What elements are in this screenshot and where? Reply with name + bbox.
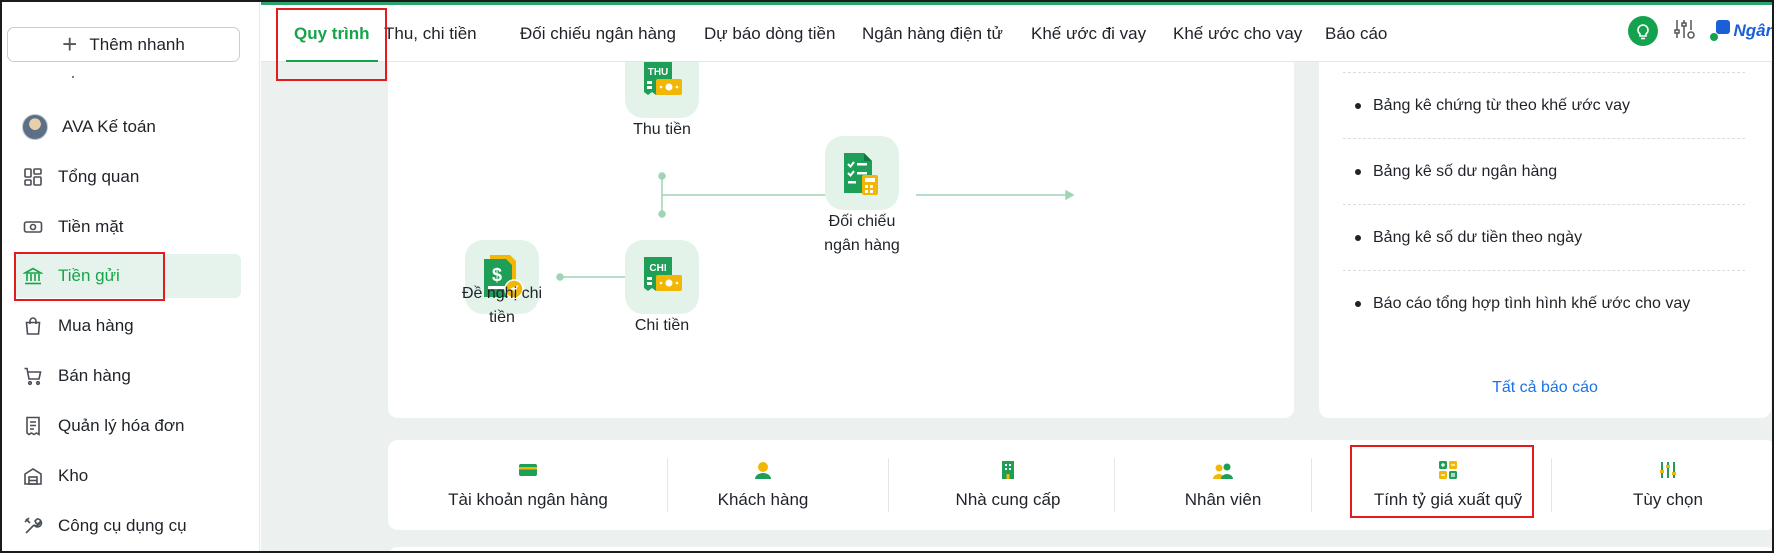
top-tab-bar: Quy trình Thu, chi tiền Đối chiếu ngân h… bbox=[261, 2, 1774, 62]
shortcut-label: Tùy chọn bbox=[1633, 490, 1703, 509]
shortcut-label: Nhân viên bbox=[1184, 490, 1262, 509]
building-icon bbox=[1002, 461, 1014, 479]
highlight-shortcut-ty-gia bbox=[1350, 445, 1534, 518]
shortcut-divider bbox=[888, 458, 889, 512]
sidebar-item-label: Kho bbox=[58, 466, 89, 485]
cash-icon bbox=[22, 216, 44, 238]
top-right-tools: Ngân bbox=[1627, 11, 1774, 51]
person-icon bbox=[755, 462, 771, 479]
report-item[interactable]: Bảng kê số dư ngân hàng bbox=[1343, 139, 1745, 204]
highlight-sidebar-tien-gui bbox=[14, 252, 165, 301]
sidebar-item-label: Bán hàng bbox=[58, 366, 131, 385]
plus-icon: + bbox=[62, 28, 78, 59]
cart-icon bbox=[22, 365, 44, 387]
shortcut-supplier[interactable]: Nhà cung cấp bbox=[898, 440, 1118, 530]
process-card: THU Thu tiền Đối chiếu ngân hàng $ Đề ng… bbox=[388, 44, 1294, 418]
sidebar-item-label: AVA Kế toán bbox=[62, 117, 156, 136]
shortcuts-bar: Tài khoản ngân hàng Khách hàng Nhà cung … bbox=[388, 440, 1772, 530]
doi-chieu-label-line2: ngân hàng bbox=[824, 237, 900, 254]
reports-card: Bảng kê chứng từ theo khế ước vay Bảng k… bbox=[1319, 54, 1771, 418]
sidebar-item-label: Mua hàng bbox=[58, 316, 134, 335]
sidebar-item-label: Tổng quan bbox=[58, 167, 140, 186]
doi-chieu-label-line1: Đối chiếu bbox=[828, 213, 896, 230]
people-icon bbox=[1213, 463, 1233, 479]
main-content: THU Thu tiền Đối chiếu ngân hàng $ Đề ng… bbox=[261, 2, 1774, 551]
sidebar-item-purchase[interactable]: Mua hàng bbox=[14, 304, 241, 348]
sidebar-item-tools[interactable]: Công cụ dụng cụ bbox=[14, 504, 241, 548]
tab-doi-chieu-ngan-hang[interactable]: Đối chiếu ngân hàng bbox=[520, 5, 676, 62]
sliders-icon bbox=[1660, 462, 1676, 478]
shortcut-bank-account[interactable]: Tài khoản ngân hàng bbox=[428, 440, 628, 530]
quick-add-label: Thêm nhanh bbox=[89, 34, 185, 54]
shortcut-options[interactable]: Tùy chọn bbox=[1568, 440, 1768, 530]
sidebar-item-invoices[interactable]: Quản lý hóa đơn bbox=[14, 404, 241, 448]
app-window: + Thêm nhanh . AVA Kế toán Tổng quan Tiề… bbox=[0, 0, 1774, 553]
report-item-label: Bảng kê số dư ngân hàng bbox=[1373, 162, 1558, 180]
doi-chieu-node[interactable] bbox=[825, 136, 899, 210]
settings-sliders-icon[interactable] bbox=[1672, 17, 1696, 46]
report-item-label: Bảng kê số dư tiền theo ngày bbox=[1373, 228, 1583, 246]
chi-badge: CHI bbox=[649, 263, 666, 274]
stray-dot: . bbox=[72, 76, 74, 78]
receive-money-icon: THU bbox=[644, 61, 682, 95]
shopping-bag-icon bbox=[22, 315, 44, 337]
report-item-label: Báo cáo tổng hợp tình hình khế ước cho v… bbox=[1373, 294, 1691, 312]
thu-badge: THU bbox=[648, 67, 669, 78]
sidebar-item-label: Công cụ dụng cụ bbox=[58, 516, 187, 535]
tab-khe-uoc-cho-vay[interactable]: Khế ước cho vay bbox=[1173, 5, 1302, 62]
chi-tien-node[interactable]: CHI bbox=[625, 240, 699, 314]
shortcut-divider bbox=[1114, 458, 1115, 512]
sidebar-item-label: Quản lý hóa đơn bbox=[58, 416, 185, 435]
tab-du-bao-dong-tien[interactable]: Dự báo dòng tiền bbox=[704, 5, 835, 62]
lightbulb-icon[interactable] bbox=[1627, 16, 1658, 46]
all-reports-link[interactable]: Tất cả báo cáo bbox=[1319, 379, 1771, 397]
card-icon bbox=[519, 464, 537, 476]
sidebar-item-label: Tiền mặt bbox=[58, 217, 124, 236]
chi-tien-label: Chi tiền bbox=[634, 317, 690, 334]
highlight-tab-quy-trinh bbox=[276, 8, 387, 81]
thu-tien-label: Thu tiền bbox=[633, 121, 691, 138]
de-nghi-chi-label-line1: Đề nghị chi bbox=[461, 285, 543, 302]
shortcut-employee[interactable]: Nhân viên bbox=[1128, 440, 1318, 530]
shortcut-divider bbox=[1551, 458, 1552, 512]
report-item[interactable]: Bảng kê chứng từ theo khế ước vay bbox=[1343, 73, 1745, 138]
de-nghi-chi-label: Đề nghị chi tiền bbox=[428, 282, 576, 330]
avatar bbox=[22, 114, 48, 140]
brand-logo: Ngân bbox=[1709, 20, 1774, 42]
report-list: Bảng kê chứng từ theo khế ước vay Bảng k… bbox=[1343, 54, 1745, 336]
receipt-icon bbox=[22, 415, 44, 437]
reconcile-icon bbox=[844, 153, 878, 195]
tab-ngan-hang-dien-tu[interactable]: Ngân hàng điện tử bbox=[862, 5, 1003, 62]
tab-khe-uoc-di-vay[interactable]: Khế ước đi vay bbox=[1031, 5, 1146, 62]
sidebar-item-ava[interactable]: AVA Kế toán bbox=[14, 105, 241, 149]
de-nghi-chi-label-line2: tiền bbox=[489, 309, 515, 326]
dashboard-icon bbox=[22, 166, 44, 188]
sidebar-item-cash[interactable]: Tiền mặt bbox=[14, 205, 241, 249]
report-item-label: Bảng kê chứng từ theo khế ước vay bbox=[1373, 96, 1630, 114]
report-item[interactable]: Báo cáo tổng hợp tình hình khế ước cho v… bbox=[1343, 271, 1745, 336]
next-section-card bbox=[388, 547, 1772, 551]
shortcut-customer[interactable]: Khách hàng bbox=[678, 440, 848, 530]
shortcut-label: Khách hàng bbox=[717, 490, 809, 509]
quick-add-button[interactable]: + Thêm nhanh bbox=[7, 27, 240, 62]
sidebar-item-sales[interactable]: Bán hàng bbox=[14, 354, 241, 398]
shortcut-label: Tài khoản ngân hàng bbox=[448, 490, 608, 509]
brand-text: Ngân bbox=[1733, 21, 1774, 40]
sidebar-item-overview[interactable]: Tổng quan bbox=[14, 155, 241, 199]
tools-icon bbox=[22, 515, 44, 537]
pay-money-icon: CHI bbox=[644, 257, 682, 291]
report-item[interactable]: Bảng kê số dư tiền theo ngày bbox=[1343, 205, 1745, 270]
tab-thu-chi-tien[interactable]: Thu, chi tiền bbox=[384, 5, 477, 62]
doi-chieu-label: Đối chiếu ngân hàng bbox=[798, 210, 926, 258]
sidebar-item-warehouse[interactable]: Kho bbox=[14, 454, 241, 498]
shortcut-divider bbox=[1311, 458, 1312, 512]
brand-mark-icon bbox=[1709, 20, 1730, 41]
tab-bao-cao[interactable]: Báo cáo bbox=[1325, 5, 1387, 62]
shortcut-label: Nhà cung cấp bbox=[955, 490, 1061, 509]
shortcut-divider bbox=[667, 458, 668, 512]
warehouse-icon bbox=[22, 465, 44, 487]
